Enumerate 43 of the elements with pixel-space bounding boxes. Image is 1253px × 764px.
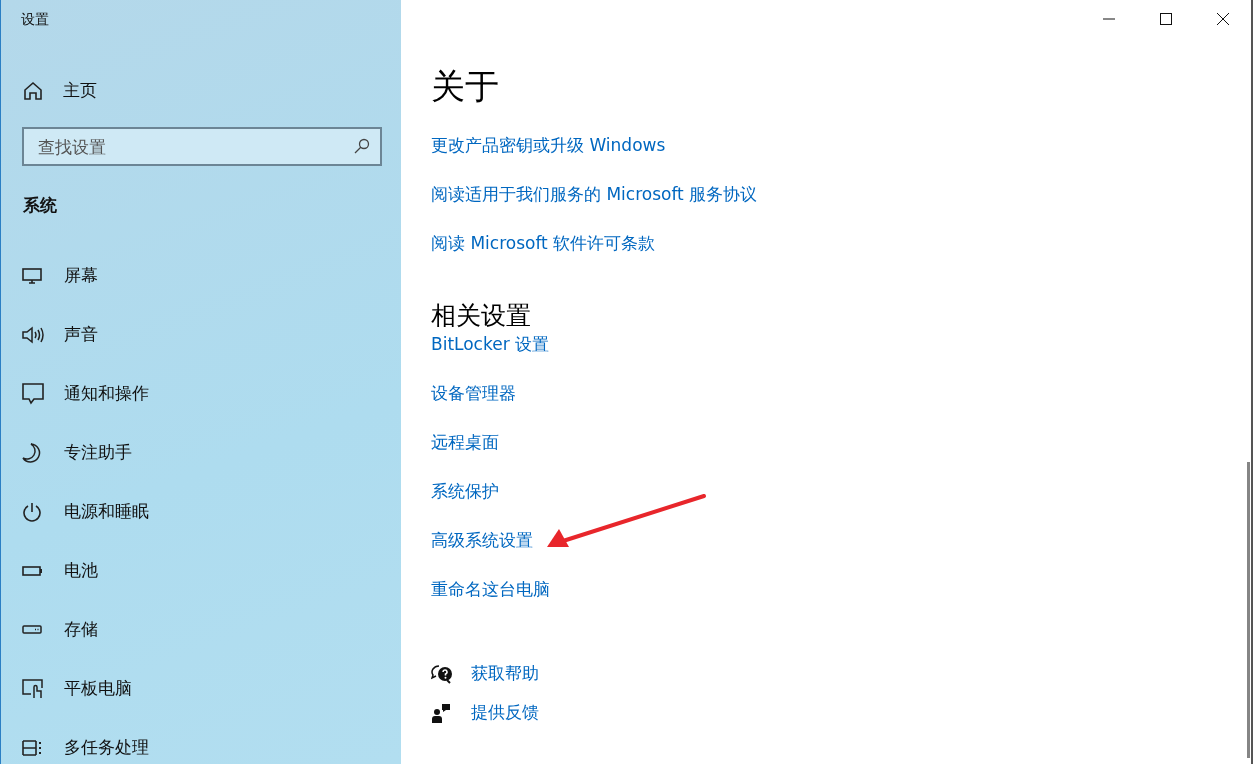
tablet-hand-icon — [22, 678, 44, 699]
search-field[interactable]: 查找设置 — [22, 127, 382, 166]
nav-item[interactable]: 平板电脑 — [1, 659, 132, 718]
multitask-icon — [22, 737, 42, 758]
speaker-icon — [22, 325, 44, 344]
nav-item[interactable]: 存储 — [1, 600, 98, 659]
nav-item[interactable]: 声音 — [1, 305, 98, 364]
page-heading: 关于 — [431, 65, 499, 108]
power-icon — [22, 501, 42, 522]
link[interactable]: 高级系统设置 — [431, 528, 533, 577]
link[interactable]: 阅读适用于我们服务的 Microsoft 服务协议 — [431, 175, 758, 214]
nav-item[interactable]: 电池 — [1, 541, 98, 600]
link[interactable]: 远程桌面 — [431, 430, 499, 479]
drive-icon — [22, 625, 42, 634]
nav-item[interactable]: 多任务处理 — [1, 718, 149, 764]
link[interactable]: 阅读 Microsoft 软件许可条款 — [431, 224, 656, 263]
link[interactable]: BitLocker 设置 — [431, 332, 550, 381]
section-heading: 系统 — [23, 194, 57, 217]
help-chat-icon — [431, 663, 453, 684]
link[interactable]: 更改产品密钥或升级 Windows — [431, 126, 666, 165]
minimize-icon — [1102, 18, 1115, 20]
support-link[interactable]: 提供反馈 — [471, 701, 539, 724]
link[interactable]: 设备管理器 — [431, 381, 516, 430]
support-link[interactable]: 获取帮助 — [471, 662, 539, 685]
link[interactable]: 重命名这台电脑 — [431, 577, 550, 626]
maximize-icon — [1159, 13, 1172, 25]
monitor-icon — [22, 266, 42, 285]
search-icon — [354, 138, 370, 154]
speech-bubble-icon — [22, 382, 44, 405]
battery-icon — [22, 565, 42, 576]
link[interactable]: 系统保护 — [431, 479, 499, 528]
nav-item[interactable]: 电源和睡眠 — [1, 482, 149, 541]
close-icon — [1216, 13, 1229, 25]
home-link[interactable]: 主页 — [23, 79, 97, 102]
section-heading: 相关设置 — [431, 300, 531, 332]
nav-item[interactable]: 专注助手 — [1, 423, 132, 482]
feedback-person-icon — [431, 702, 451, 723]
window-title: 设置 — [21, 11, 49, 29]
nav-item[interactable]: 屏幕 — [1, 246, 98, 305]
scrollbar-thumb[interactable] — [1247, 462, 1250, 758]
nav-item[interactable]: 通知和操作 — [1, 364, 149, 423]
home-icon — [23, 80, 43, 101]
moon-icon — [22, 442, 42, 463]
